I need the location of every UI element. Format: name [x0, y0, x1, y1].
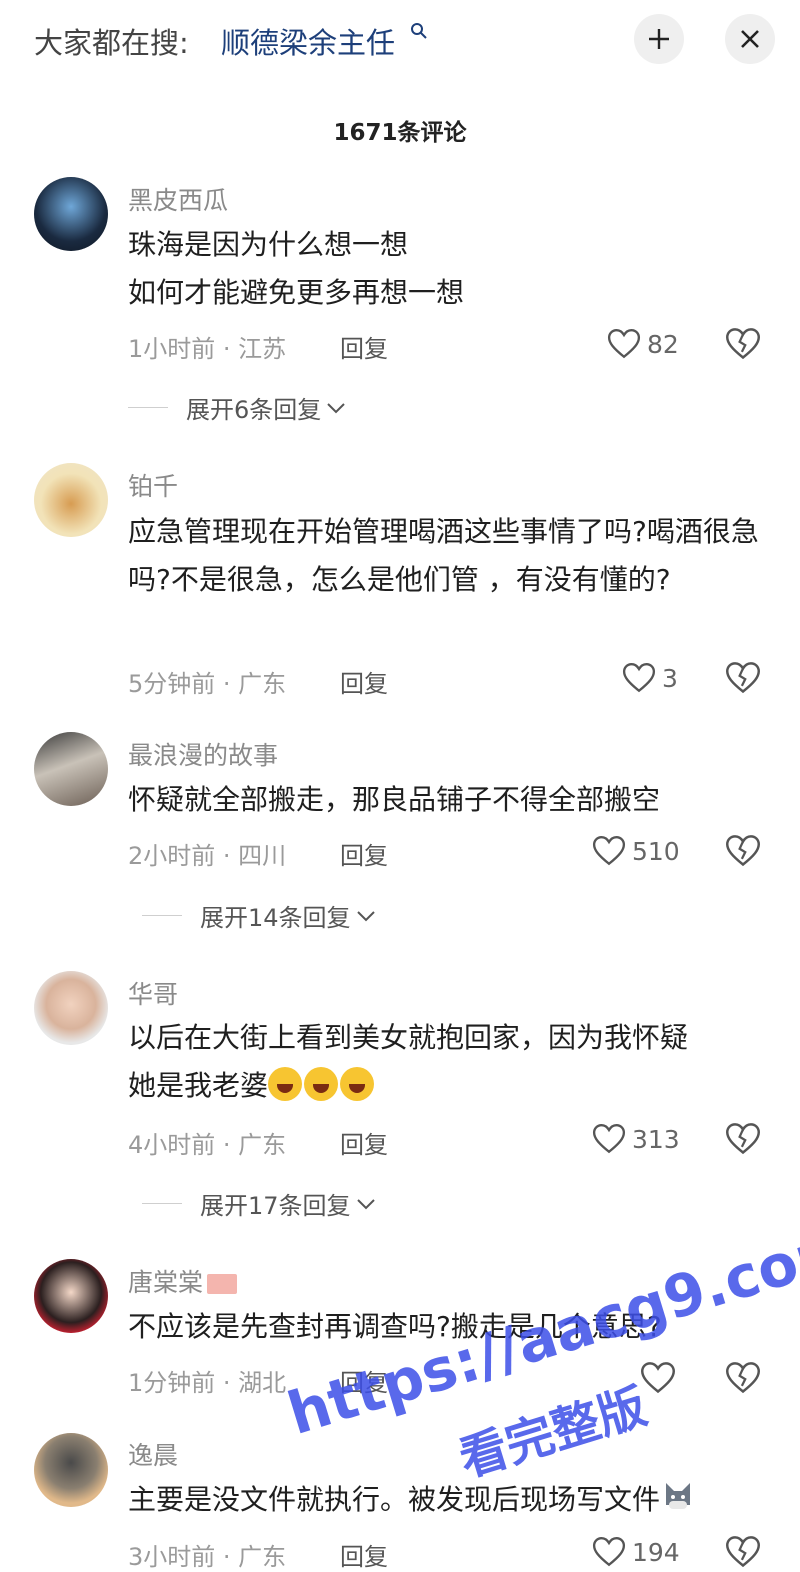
cat-emoji-icon — [666, 1483, 691, 1509]
username[interactable]: 最浪漫的故事 — [128, 736, 278, 772]
comment-meta: 1分钟前 · 湖北 — [128, 1369, 287, 1397]
like-count: 3 — [662, 663, 678, 693]
comment-meta: 3小时前 · 广东 — [128, 1543, 287, 1571]
reply-button[interactable]: 回复 — [340, 329, 388, 364]
minimize-button[interactable] — [634, 14, 684, 64]
like-count: 194 — [632, 1537, 680, 1567]
username[interactable]: 唐棠棠 — [128, 1263, 238, 1299]
watermark-text: 看完整版 — [453, 1378, 654, 1489]
search-icon — [411, 23, 427, 39]
chevron-down-icon — [327, 402, 345, 413]
comment-text-segment: 主要是没文件就执行。被发现后现场写文件 — [128, 1483, 661, 1516]
comment-text: 主要是没文件就执行。被发现后现场写文件 — [128, 1476, 768, 1524]
heart-icon — [607, 328, 641, 360]
divider — [142, 1203, 182, 1204]
username[interactable]: 铂千 — [128, 467, 178, 503]
heart-icon — [622, 662, 656, 694]
expand-replies-button[interactable]: 展开17条回复 — [142, 1186, 377, 1221]
reply-button[interactable]: 回复 — [340, 664, 388, 699]
dislike-icon[interactable] — [725, 833, 761, 869]
dislike-icon[interactable] — [725, 1534, 761, 1570]
heart-icon — [592, 1536, 626, 1568]
like-button[interactable]: 3 — [622, 660, 678, 696]
dislike-icon[interactable] — [725, 1121, 761, 1157]
reply-button[interactable]: 回复 — [340, 1363, 388, 1398]
divider — [128, 407, 168, 408]
heart-icon — [592, 1123, 626, 1155]
chevron-down-icon — [356, 1198, 375, 1209]
laughing-crying-emoji-icon — [304, 1067, 339, 1101]
comment-text-segment: 她是我老婆 — [128, 1069, 269, 1102]
comment-text: 怀疑就全部搬走，那良品铺子不得全部搬空 — [128, 783, 661, 816]
like-count: 313 — [632, 1124, 680, 1154]
dislike-icon[interactable] — [725, 326, 761, 362]
like-button[interactable]: 82 — [607, 326, 679, 362]
avatar[interactable] — [34, 177, 108, 251]
like-count: 510 — [632, 836, 680, 866]
flag-icon — [207, 1274, 238, 1294]
comment-text: 不应该是先查封再调查吗?搬走是几个意思? — [128, 1310, 662, 1343]
expand-replies-button[interactable]: 展开14条回复 — [142, 898, 377, 933]
laughing-crying-emoji-icon — [340, 1067, 375, 1101]
top-bar: 大家都在搜: 顺德梁余主任 — [0, 0, 800, 80]
like-count: 82 — [647, 329, 679, 359]
expand-label: 展开14条回复 — [200, 904, 351, 932]
comment-meta: 5分钟前 · 广东 — [128, 670, 287, 698]
like-button[interactable]: 510 — [592, 833, 680, 869]
avatar[interactable] — [34, 971, 108, 1045]
reply-button[interactable]: 回复 — [340, 1537, 388, 1572]
expand-replies-button[interactable]: 展开6条回复 — [128, 390, 347, 425]
reply-button[interactable]: 回复 — [340, 836, 388, 871]
avatar[interactable] — [34, 1433, 108, 1507]
divider — [142, 915, 182, 916]
like-button[interactable]: 313 — [592, 1121, 680, 1157]
avatar[interactable] — [34, 732, 108, 806]
dislike-icon[interactable] — [725, 1360, 761, 1396]
avatar[interactable] — [34, 463, 108, 537]
search-prefix: 大家都在搜: — [34, 26, 189, 60]
chevron-down-icon — [356, 910, 375, 921]
comment-text-line: 以后在大街上看到美女就抱回家，因为我怀疑 — [128, 1021, 689, 1054]
comment-text-line: 她是我老婆 — [128, 1062, 768, 1110]
expand-label: 展开17条回复 — [200, 1192, 351, 1220]
dislike-icon[interactable] — [725, 660, 761, 696]
minimize-icon — [649, 29, 669, 49]
comment-text: 应急管理现在开始管理喝酒这些事情了吗?喝酒很急吗?不是很急，怎么是他们管 ，有没… — [128, 515, 759, 596]
heart-icon — [592, 835, 626, 867]
comment-text: 以后在大街上看到美女就抱回家，因为我怀疑 她是我老婆 — [128, 1014, 768, 1110]
avatar[interactable] — [34, 1259, 108, 1333]
comment-meta: 2小时前 · 四川 — [128, 842, 287, 870]
comment-text: 珠海是因为什么想一想 如何才能避免更多再想一想 — [128, 228, 465, 309]
like-button[interactable]: 194 — [592, 1534, 680, 1570]
heart-icon[interactable] — [640, 1360, 676, 1396]
username[interactable]: 华哥 — [128, 975, 178, 1011]
reply-button[interactable]: 回复 — [340, 1125, 388, 1160]
close-button[interactable] — [725, 14, 775, 64]
laughing-crying-emoji-icon — [268, 1067, 303, 1101]
comment-meta: 4小时前 · 广东 — [128, 1131, 287, 1159]
username[interactable]: 黑皮西瓜 — [128, 181, 228, 217]
comment-count: 1671条评论 — [333, 120, 467, 146]
username[interactable]: 逸晨 — [128, 1436, 178, 1472]
username-text: 唐棠棠 — [128, 1268, 204, 1297]
close-icon — [741, 30, 759, 48]
expand-label: 展开6条回复 — [186, 396, 322, 424]
comment-meta: 1小时前 · 江苏 — [128, 335, 287, 363]
search-suggestion-link[interactable]: 顺德梁余主任 — [221, 20, 395, 62]
